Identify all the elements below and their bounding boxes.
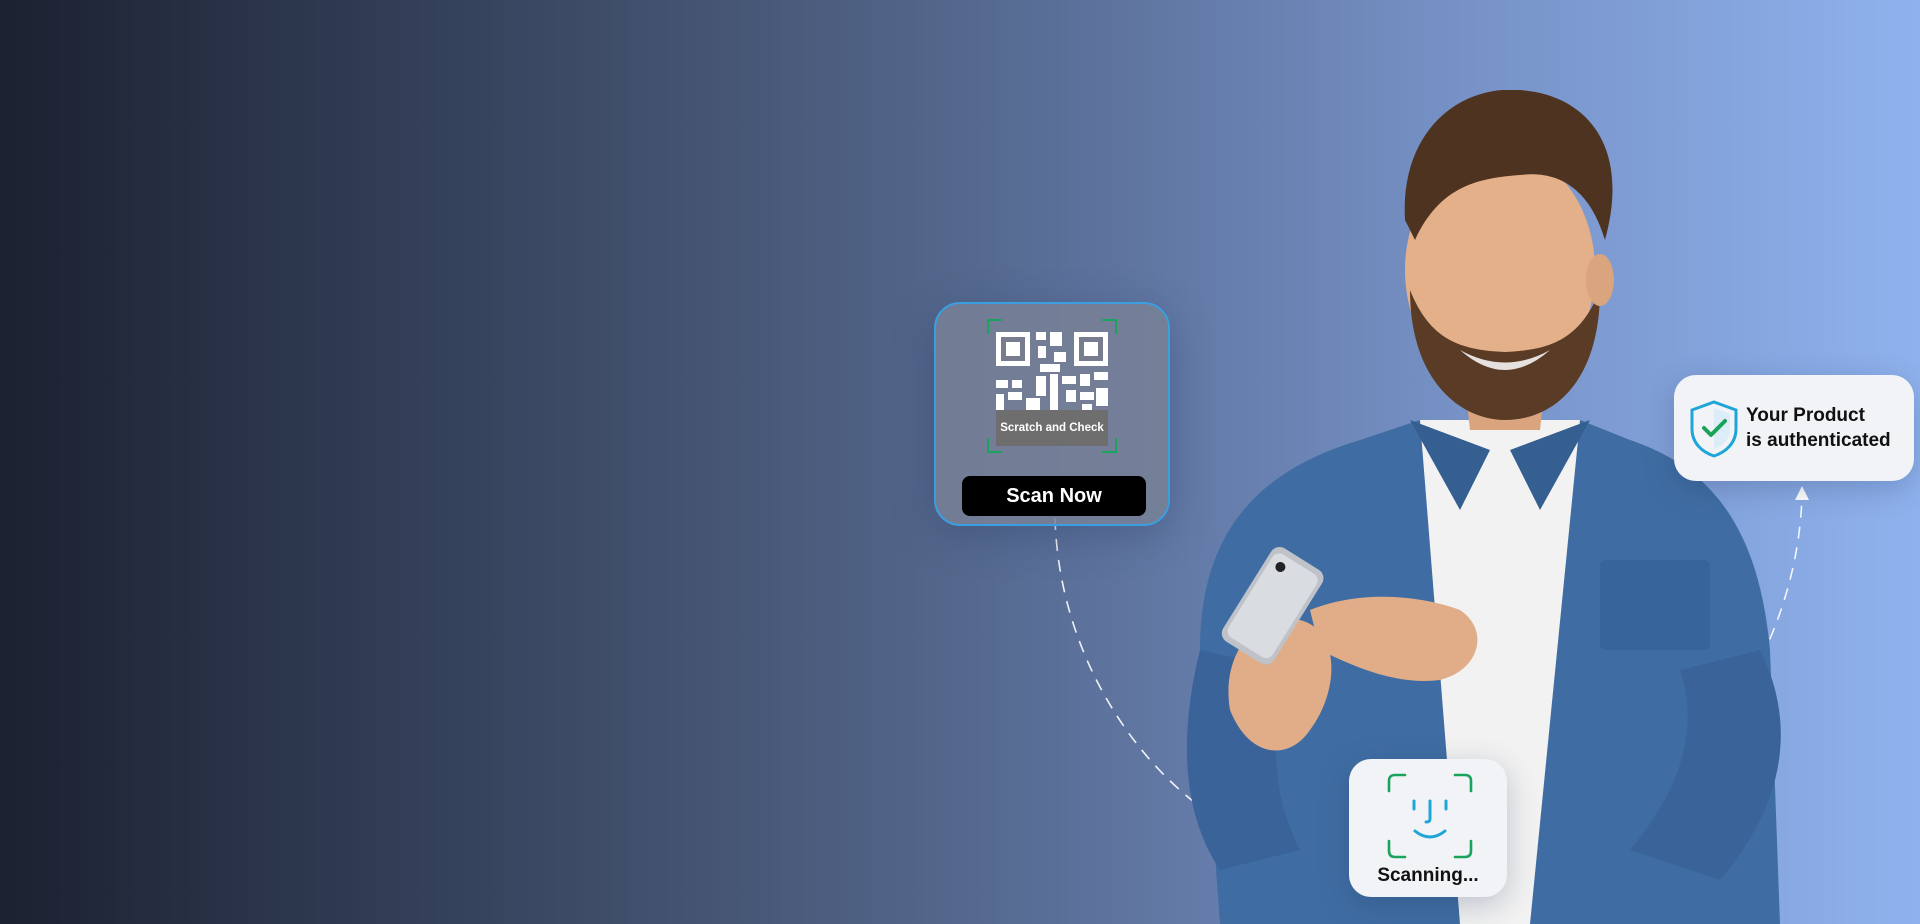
- shield-check-icon: [1690, 400, 1738, 458]
- qr-scan-card: Scratch and Check Scan Now: [934, 302, 1170, 526]
- face-id-icon: [1387, 773, 1473, 859]
- scanning-status: Scanning...: [1377, 865, 1479, 886]
- authenticated-card: Your Product is authenticated: [1674, 375, 1914, 481]
- auth-line-1: Your Product: [1746, 405, 1865, 426]
- qr-code-icon: [996, 332, 1108, 410]
- scratch-label: Scratch and Check: [996, 410, 1108, 446]
- auth-line-2: is authenticated: [1746, 430, 1891, 451]
- face-scanning-card: Scanning...: [1349, 759, 1507, 897]
- hero-banner: Scratch and Check Scan Now Your Product …: [0, 0, 1920, 924]
- scan-now-button[interactable]: Scan Now: [962, 476, 1146, 516]
- auth-message: Your Product is authenticated: [1746, 403, 1891, 453]
